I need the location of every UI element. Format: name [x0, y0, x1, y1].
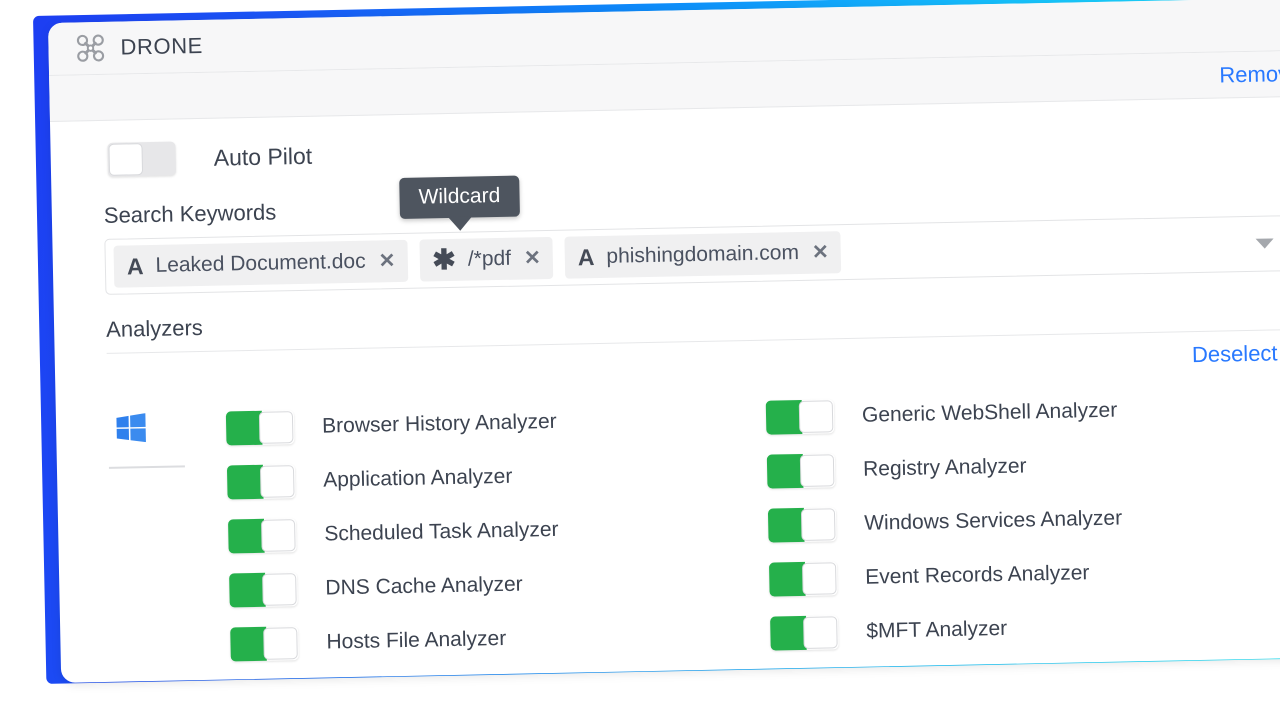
analyzer-toggle[interactable] — [229, 572, 298, 608]
wildcard-asterisk-icon: ✱ — [432, 243, 457, 276]
auto-pilot-toggle[interactable] — [107, 141, 177, 177]
analyzer-toggle[interactable] — [767, 507, 837, 543]
toggle-knob — [261, 519, 296, 552]
analyzer-label: $MFT Analyzer — [866, 616, 1008, 643]
analyzer-toggle[interactable] — [765, 399, 835, 435]
analyzer-toggle[interactable] — [768, 561, 838, 597]
keyword-chip[interactable]: ✱ /*pdf ✕ — [418, 236, 554, 282]
windows-logo-icon — [108, 412, 227, 443]
toggle-knob — [258, 411, 294, 444]
analyzer-column-right: Generic WebShell Analyzer Registry Analy… — [765, 380, 1280, 660]
deselect-all-link[interactable]: Deselect All — [1192, 340, 1280, 368]
analyzer-label: Event Records Analyzer — [865, 561, 1090, 589]
keyword-chip[interactable]: A phishingdomain.com ✕ — [564, 231, 842, 279]
keyword-chip-label: Leaked Document.doc — [155, 249, 366, 277]
screenshot-stage: DRONE Remove Auto Pilot Search Keywords … — [0, 0, 1280, 720]
analyzer-label: Generic WebShell Analyzer — [861, 398, 1118, 427]
literal-text-icon: A — [126, 252, 144, 279]
toggle-knob — [801, 562, 837, 595]
toggle-knob — [799, 454, 835, 487]
page-title: DRONE — [120, 32, 204, 60]
analyzer-column-left: Browser History Analyzer Application Ana… — [225, 391, 741, 671]
keyword-chip[interactable]: A Leaked Document.doc ✕ — [113, 239, 408, 288]
chevron-down-icon[interactable] — [1255, 238, 1274, 249]
toggle-knob — [803, 616, 838, 649]
keyword-chip-label: /*pdf — [467, 246, 512, 271]
analyzer-toggle[interactable] — [226, 464, 296, 500]
toggle-knob — [262, 573, 297, 606]
close-icon[interactable]: ✕ — [378, 250, 395, 272]
remove-link[interactable]: Remove — [1219, 60, 1280, 88]
os-column — [108, 402, 231, 674]
literal-text-icon: A — [577, 243, 595, 270]
keyword-chip-label: phishingdomain.com — [606, 240, 800, 268]
analyzer-toggle[interactable] — [230, 626, 299, 662]
analyzer-toggle[interactable] — [766, 453, 836, 489]
toggle-knob — [800, 508, 836, 541]
analyzer-label: Scheduled Task Analyzer — [324, 517, 559, 546]
analyzer-row: $MFT Analyzer — [770, 596, 1280, 660]
analyzer-label: Browser History Analyzer — [321, 409, 557, 438]
analyzer-label: Hosts File Analyzer — [326, 626, 507, 654]
analyzer-toggle[interactable] — [770, 615, 839, 651]
analyzer-label: Windows Services Analyzer — [863, 506, 1123, 535]
analyzer-toggle[interactable] — [228, 518, 297, 554]
auto-pilot-label: Auto Pilot — [213, 142, 313, 171]
analyzers-section-label: Analyzers — [105, 314, 203, 342]
close-icon[interactable]: ✕ — [812, 241, 829, 263]
wildcard-tooltip: Wildcard — [399, 175, 520, 219]
os-column-divider — [108, 465, 185, 469]
drone-panel-card: DRONE Remove Auto Pilot Search Keywords … — [48, 0, 1280, 683]
search-keywords-input[interactable]: A Leaked Document.doc ✕ ✱ /*pdf ✕ A phis… — [104, 175, 1280, 295]
toggle-knob — [263, 627, 298, 660]
analyzer-label: Registry Analyzer — [862, 454, 1027, 481]
toggle-knob — [108, 143, 144, 176]
analyzer-columns: Browser History Analyzer Application Ana… — [225, 379, 1280, 671]
close-icon[interactable]: ✕ — [524, 247, 541, 269]
card-body: Auto Pilot Search Keywords A Leaked Docu… — [50, 96, 1280, 674]
analyzer-label: Application Analyzer — [322, 464, 513, 492]
toggle-knob — [259, 465, 295, 498]
analyzer-row: Hosts File Analyzer — [230, 607, 741, 671]
drone-icon — [76, 34, 105, 63]
analyzer-toggle[interactable] — [225, 410, 295, 446]
analyzers-grid: Browser History Analyzer Application Ana… — [56, 379, 1280, 674]
analyzer-label: DNS Cache Analyzer — [325, 572, 523, 600]
toggle-knob — [798, 400, 834, 434]
